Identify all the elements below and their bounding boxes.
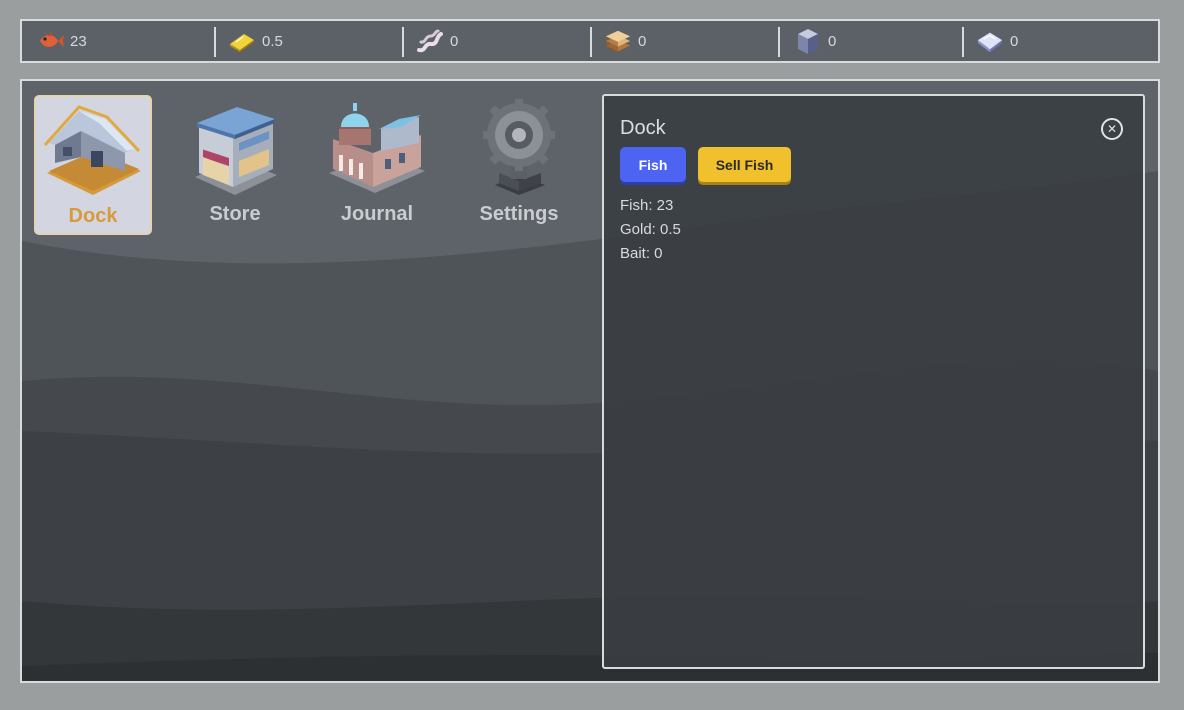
stat-bait: Bait: 0 (620, 245, 663, 262)
gear-tower-icon (483, 99, 555, 195)
resource-divider (402, 27, 404, 57)
panel-title: Dock (620, 117, 666, 139)
game-area: Dock Store Journal Settings Dock ✕ Fish … (20, 79, 1160, 683)
resource-bait: 0 (416, 21, 458, 61)
resource-wood-value: 0 (638, 32, 647, 50)
resource-fish: 23 (36, 21, 87, 61)
crystal-icon (976, 27, 1004, 55)
building-journal-label: Journal (340, 203, 414, 225)
gold-bar-icon (228, 27, 256, 55)
resource-crystal-value: 0 (1010, 32, 1019, 50)
resource-bar: 23 0.5 0 0 0 0 (20, 19, 1160, 63)
building-dock[interactable]: Dock (34, 95, 152, 235)
journal-library-icon (329, 103, 425, 193)
resource-stone: 0 (794, 21, 836, 61)
resource-bait-value: 0 (450, 32, 459, 50)
building-store[interactable]: Store (176, 95, 294, 235)
resource-gold: 0.5 (228, 21, 283, 61)
building-journal[interactable]: Journal (318, 95, 436, 235)
resource-gold-value: 0.5 (262, 32, 283, 50)
dock-stats: Fish: 23 Gold: 0.5 Bait: 0 (620, 194, 681, 266)
dock-panel: Dock ✕ Fish Sell Fish Fish: 23 Gold: 0.5… (602, 94, 1145, 669)
fish-button[interactable]: Fish (620, 147, 686, 182)
resource-stone-value: 0 (828, 32, 837, 50)
building-settings[interactable]: Settings (460, 95, 578, 235)
resource-crystal: 0 (976, 21, 1018, 61)
wood-planks-icon (604, 27, 632, 55)
stat-fish: Fish: 23 (620, 197, 674, 214)
building-settings-label: Settings (479, 203, 559, 225)
close-icon[interactable]: ✕ (1101, 118, 1123, 140)
building-store-label: Store (209, 203, 261, 225)
store-building-icon (195, 107, 277, 195)
stat-gold: Gold: 0.5 (620, 221, 681, 238)
resource-divider (214, 27, 216, 57)
resource-wood: 0 (604, 21, 646, 61)
sell-fish-button[interactable]: Sell Fish (698, 147, 791, 182)
resource-fish-value: 23 (70, 32, 87, 50)
building-dock-label: Dock (68, 205, 118, 227)
resource-divider (778, 27, 780, 57)
resource-divider (590, 27, 592, 57)
dock-house-icon (43, 105, 141, 195)
fish-icon (36, 27, 64, 55)
worm-bait-icon (416, 27, 444, 55)
resource-divider (962, 27, 964, 57)
stone-block-icon (794, 27, 822, 55)
